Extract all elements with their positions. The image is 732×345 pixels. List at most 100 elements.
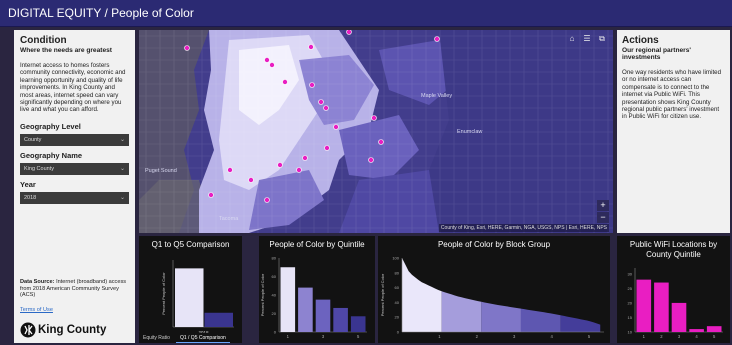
y-tick-label: 25 (628, 286, 633, 291)
x-tick-label: 3 (513, 334, 516, 339)
bar (350, 316, 366, 332)
map-view[interactable]: Maple Valley Enumclaw Puget Sound Tacoma… (139, 30, 613, 233)
list-icon[interactable]: ☰ (582, 34, 592, 44)
year-value: 2018 (24, 194, 37, 201)
year-select[interactable]: 2018 ⌄ (20, 191, 129, 204)
quintile-chart: 0 20 40 60 80 1 3 5 Percent People of Color (260, 256, 367, 339)
area-band (402, 258, 442, 332)
dashboard-app: DIGITAL EQUITY / People of Color Conditi… (0, 0, 732, 345)
zoom-out-button[interactable]: − (597, 212, 609, 223)
people-of-color-by-block-group-card: People of Color by Block Group 0 20 40 60 80… (378, 236, 610, 343)
bar (654, 282, 669, 332)
chart-tabs: Equity Ratio Q1 / Q5 Comparison (139, 333, 242, 343)
y-tick-label: 15 (628, 315, 633, 320)
chart-title: Public WiFi Locations by County Quintile (629, 240, 718, 259)
y-axis-label: Percent People of Color (260, 273, 265, 316)
actions-subtitle: Our regional partners' investments (622, 47, 691, 61)
y-tick-label: 20 (272, 311, 277, 316)
x-tick-label: 2 (476, 334, 479, 339)
zoom-in-button[interactable]: + (597, 200, 609, 211)
y-tick-label: 100 (392, 256, 399, 261)
geography-level-value: County (24, 136, 42, 143)
chart-title: People of Color by Block Group (437, 240, 551, 249)
x-tick-label: 1 (438, 334, 441, 339)
logo-text: King County (38, 324, 107, 336)
bar (706, 326, 722, 332)
q1-q5-chart: 2018Percent People of Color (161, 260, 234, 335)
data-source: Data Source: Internet (broadband) access… (20, 279, 132, 299)
layers-icon[interactable]: ⧉ (597, 34, 607, 44)
data-source-label: Data Source: (20, 279, 55, 285)
bar (280, 267, 296, 332)
map-label-tacoma: Tacoma (219, 216, 239, 222)
condition-body: Internet access to homes fosters communi… (20, 62, 126, 114)
x-tick-label: 5 (713, 334, 716, 339)
x-tick-label: 1 (287, 334, 290, 339)
x-tick-label: 4 (695, 334, 698, 339)
x-tick-label: 4 (550, 334, 553, 339)
x-tick-label: 5 (357, 334, 360, 339)
y-tick-label: 60 (395, 285, 400, 290)
people-of-color-by-quintile-card: People of Color by Quintile 0 20 40 60 80 1 3 5… (259, 236, 375, 343)
bar (175, 268, 204, 327)
actions-title: Actions (622, 35, 659, 46)
bar (298, 287, 313, 332)
map-label-maple-valley: Maple Valley (421, 93, 453, 99)
chevron-down-icon: ⌄ (119, 194, 125, 201)
condition-panel: Condition Where the needs are greatest I… (14, 30, 135, 343)
y-tick-label: 80 (272, 256, 277, 261)
bar (315, 299, 331, 332)
tab-q1-q5-comparison[interactable]: Q1 / Q5 Comparison (175, 333, 230, 343)
y-tick-label: 20 (628, 300, 633, 305)
y-tick-label: 0 (274, 330, 277, 335)
chart-title: Q1 to Q5 Comparison (151, 240, 230, 249)
map-label-puget-sound: Puget Sound (145, 168, 177, 174)
tab-equity-ratio[interactable]: Equity Ratio (139, 333, 174, 343)
bar (671, 302, 687, 332)
geography-level-select[interactable]: County ⌄ (20, 133, 129, 146)
y-tick-label: 40 (272, 293, 277, 298)
actions-panel: Actions Our regional partners' investmen… (617, 30, 730, 233)
bar (333, 307, 348, 332)
geography-name-value: King County (24, 165, 54, 172)
x-tick-label: 3 (678, 334, 681, 339)
condition-title: Condition (20, 35, 67, 46)
y-tick-label: 30 (628, 271, 633, 276)
y-axis-label: Percent People of Color (161, 272, 166, 315)
zoom-controls: + − (597, 200, 609, 224)
area-band (560, 315, 601, 332)
chevron-down-icon: ⌄ (119, 136, 125, 143)
bar (689, 329, 704, 332)
king-county-crown-icon (20, 322, 36, 338)
x-tick-label: 5 (588, 334, 591, 339)
x-tick-label: 3 (322, 334, 325, 339)
area-band (520, 308, 561, 332)
map-label-enumclaw: Enumclaw (457, 129, 483, 135)
terms-of-use-link[interactable]: Terms of Use (20, 307, 53, 313)
y-tick-label: 40 (395, 300, 400, 305)
geography-level-label: Geography Level (20, 121, 81, 131)
y-tick-label: 80 (395, 270, 400, 275)
map-canvas[interactable] (139, 30, 613, 233)
bar (636, 279, 652, 332)
geography-name-select[interactable]: King County ⌄ (20, 162, 129, 175)
q1-q5-comparison-card: Q1 to Q5 Comparison 2018Percent People o… (139, 236, 242, 343)
actions-body: One way residents who have limited or no… (622, 69, 722, 121)
chevron-down-icon: ⌄ (119, 165, 125, 172)
y-axis-label: Percent People of Color (380, 273, 385, 316)
chart-title: People of Color by Quintile (269, 240, 365, 249)
public-wifi-locations-card: Public WiFi Locations by County Quintile… (617, 236, 730, 343)
condition-subtitle: Where the needs are greatest (20, 47, 112, 54)
y-tick-label: 60 (272, 274, 277, 279)
title-bar: DIGITAL EQUITY / People of Color (0, 0, 732, 27)
x-tick-label: 1 (643, 334, 646, 339)
area-band (481, 301, 521, 332)
wifi-quintile-chart: 10 15 20 25 30 1 2 3 4 5 (628, 268, 723, 339)
home-icon[interactable]: ⌂ (567, 34, 577, 44)
king-county-logo: King County (20, 321, 130, 339)
area-band (441, 291, 482, 332)
y-tick-label: 0 (397, 330, 400, 335)
map-attribution: County of King, Esri, HERE, Garmin, NGA,… (438, 224, 609, 232)
x-tick-label: 2 (660, 334, 663, 339)
map-toolbar: ⌂ ☰ ⧉ (567, 34, 607, 44)
